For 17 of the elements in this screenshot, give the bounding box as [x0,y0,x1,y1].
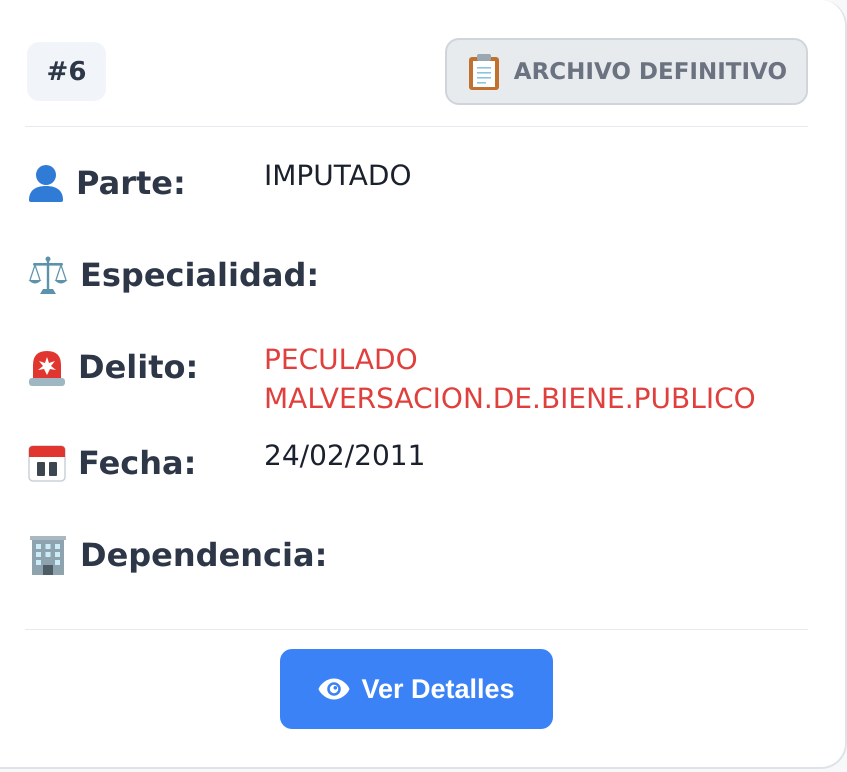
number-badge: #6 [27,42,106,101]
field-label: Especialidad: [80,255,320,296]
scales-icon [28,256,68,294]
person-icon [28,164,64,202]
details-button[interactable]: Ver Detalles [280,649,553,729]
field-label: Delito: [78,347,198,388]
eye-icon [318,678,350,700]
status-text: ARCHIVO DEFINITIVO [514,58,787,84]
clipboard-icon [468,54,499,90]
field-label: Fecha: [78,443,196,484]
field-label: Parte: [76,163,186,204]
building-icon [28,535,68,575]
field-value: 24/02/2011 [264,438,426,474]
field-value: PECULADO MALVERSACION.DE.BIENE.PUBLICO [264,342,757,417]
calendar-icon [28,444,66,482]
field-value: IMPUTADO [264,158,412,194]
field-label: Dependencia: [80,535,328,576]
